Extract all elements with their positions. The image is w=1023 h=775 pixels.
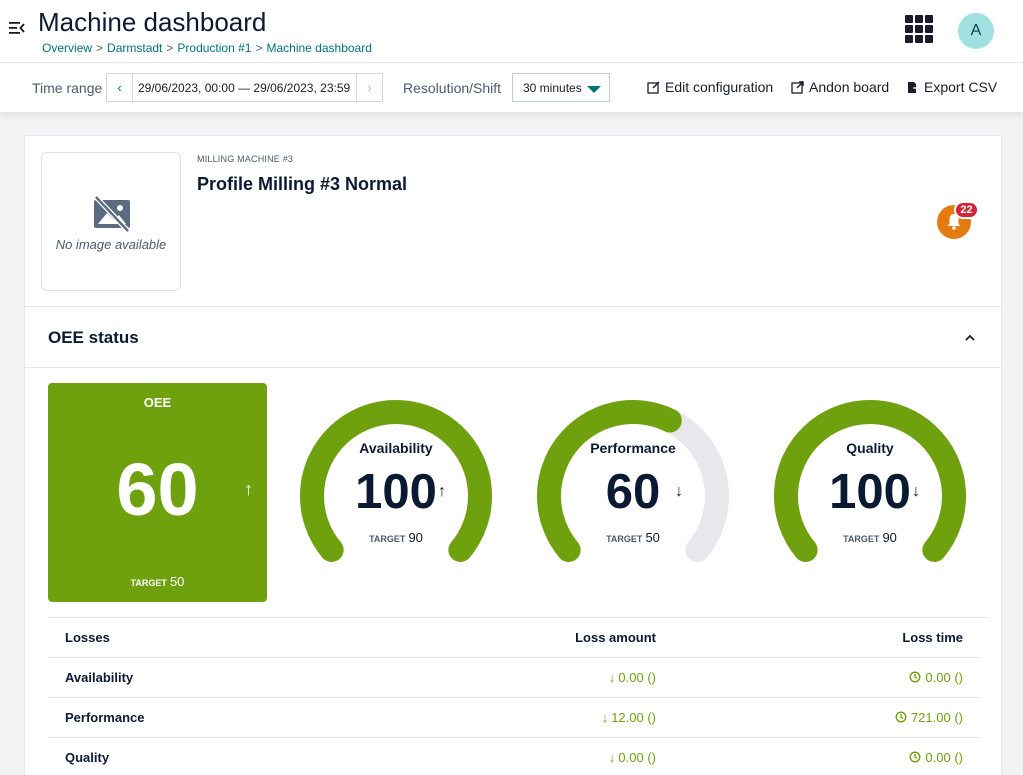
breadcrumb-overview[interactable]: Overview [42, 41, 92, 55]
oee-value: 60 [116, 448, 199, 531]
export-csv-label: Export CSV [924, 79, 998, 95]
edit-icon [647, 80, 660, 94]
losses-header: Losses [65, 630, 110, 645]
losses-table: Losses Loss amount Loss time Availabilit… [49, 618, 979, 775]
oee-status-title: OEE status [48, 328, 139, 347]
time-range-picker[interactable]: ‹ 29/06/2023, 00:00 — 29/06/2023, 23:59 … [106, 73, 383, 102]
trend-up-icon: ↑ [438, 483, 446, 500]
toolbar: Time range ‹ 29/06/2023, 00:00 — 29/06/2… [0, 62, 1023, 112]
loss-name: Availability [65, 670, 134, 685]
loss-time: 0.00 () [909, 750, 963, 765]
app-header: Machine dashboard Overview > Darmstadt > Pro… [0, 0, 1023, 62]
loss-time: 721.00 () [895, 710, 963, 725]
loss-amount: ↓ 0.00 () [608, 670, 656, 685]
time-range-label: Time range [32, 80, 103, 96]
breadcrumb: Overview > Darmstadt > Production #1 > Machine… [42, 41, 372, 55]
divider [25, 306, 1001, 307]
breadcrumb-current[interactable]: Machine dashboard [266, 41, 371, 55]
performance-label: Performance [590, 440, 676, 456]
quality-label: Quality [846, 440, 894, 456]
availability-target: TARGET 90 [369, 530, 423, 545]
loss-time: 0.00 () [909, 670, 963, 685]
breadcrumb-darmstadt[interactable]: Darmstadt [107, 41, 162, 55]
time-range-value[interactable]: 29/06/2023, 00:00 — 29/06/2023, 23:59 [138, 81, 350, 95]
arrow-down-icon: ↓ [608, 670, 616, 685]
machine-name: Profile Milling #3 Normal [197, 174, 408, 194]
chevron-right-icon[interactable]: › [356, 74, 382, 101]
oee-tile: OEE 60 ↑ TARGET 50 [48, 383, 267, 602]
export-icon [908, 81, 919, 93]
quality-value: 100 [829, 465, 911, 519]
availability-label: Availability [359, 440, 433, 456]
machine-type: MILLING MACHINE #3 [197, 154, 294, 164]
losses-header-row: Losses Loss amount Loss time [49, 618, 979, 658]
chevron-up-icon[interactable] [963, 332, 977, 344]
andon-board-label: Andon board [809, 79, 890, 95]
clock-icon [895, 711, 907, 723]
loss-name: Performance [65, 710, 145, 725]
breadcrumb-production[interactable]: Production #1 [177, 41, 251, 55]
table-row: Performance ↓ 12.00 () 721.00 () [49, 698, 979, 738]
oee-target: TARGET 50 [130, 574, 185, 589]
page-title: Machine dashboard [38, 7, 267, 37]
oee-label: OEE [143, 395, 172, 410]
divider [25, 367, 1001, 368]
table-row: Availability ↓ 0.00 () 0.00 () [49, 658, 979, 698]
no-image-text: No image available [55, 237, 167, 252]
availability-gauge: Availability 100 ↑ TARGET 90 [298, 398, 494, 578]
export-csv-button[interactable]: Export CSV [906, 79, 997, 95]
resolution-value: 30 minutes [523, 81, 582, 95]
trend-up-icon: ↑ [244, 479, 253, 499]
caret-down-icon [587, 86, 601, 93]
andon-board-button[interactable]: Andon board [791, 79, 889, 95]
clock-icon [909, 751, 921, 763]
performance-gauge: Performance 60 ↓ TARGET 50 [535, 398, 731, 578]
trend-down-icon: ↓ [675, 483, 683, 500]
external-link-icon [791, 80, 804, 94]
arrow-down-icon: ↓ [608, 750, 616, 765]
loss-time-header: Loss time [902, 630, 963, 645]
no-image-icon [94, 195, 130, 233]
resolution-label: Resolution/Shift [403, 80, 502, 96]
arrow-down-icon: ↓ [601, 710, 609, 725]
chevron-left-icon[interactable]: ‹ [107, 74, 133, 101]
edit-configuration-label: Edit configuration [665, 79, 774, 95]
quality-target: TARGET 90 [843, 530, 897, 545]
loss-amount: ↓ 12.00 () [601, 710, 656, 725]
menu-toggle-icon[interactable] [8, 19, 26, 37]
loss-amount-header: Loss amount [575, 630, 656, 645]
performance-value: 60 [605, 465, 661, 519]
quality-gauge: Quality 100 ↓ TARGET 90 [772, 398, 968, 578]
loss-name: Quality [65, 750, 110, 765]
alert-count-badge: 22 [954, 201, 979, 219]
resolution-select[interactable]: 30 minutes [512, 73, 610, 102]
table-row: Quality ↓ 0.00 () 0.00 () [49, 738, 979, 775]
machine-card: No image available MILLING MACHINE #3 Pr… [24, 135, 1002, 775]
loss-amount: ↓ 0.00 () [608, 750, 656, 765]
avatar[interactable]: A [958, 13, 994, 49]
app-launcher-icon[interactable] [905, 15, 933, 43]
clock-icon [909, 671, 921, 683]
availability-value: 100 [355, 465, 437, 519]
machine-image-placeholder: No image available [41, 152, 181, 291]
trend-down-icon: ↓ [912, 483, 920, 500]
edit-configuration-button[interactable]: Edit configuration [647, 79, 773, 95]
performance-target: TARGET 50 [606, 530, 660, 545]
